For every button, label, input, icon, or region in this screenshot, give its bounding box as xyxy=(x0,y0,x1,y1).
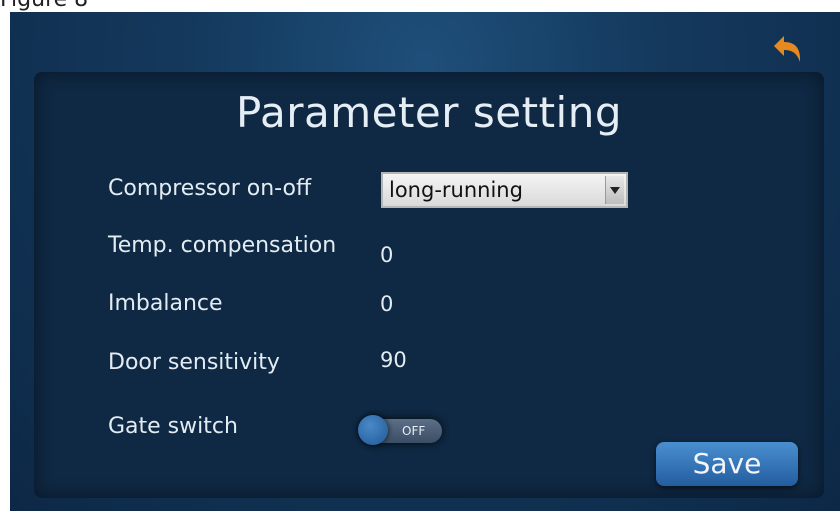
gate-switch-label: Gate switch xyxy=(108,414,238,439)
gate-switch-toggle[interactable]: OFF xyxy=(358,413,444,447)
temp-compensation-label: Temp. compensation xyxy=(108,233,337,258)
back-arrow-icon xyxy=(774,36,801,62)
figure-caption: Figure 8 xyxy=(0,0,88,12)
settings-panel: Parameter setting Compressor on-off long… xyxy=(34,72,824,498)
imbalance-label: Imbalance xyxy=(108,291,223,316)
save-button[interactable]: Save xyxy=(656,442,798,486)
compressor-dropdown[interactable]: long-running xyxy=(381,172,628,208)
imbalance-value[interactable]: 0 xyxy=(380,292,393,316)
toggle-state-text: OFF xyxy=(402,424,426,438)
back-button[interactable] xyxy=(770,34,806,66)
compressor-label: Compressor on-off xyxy=(108,176,312,201)
parameter-setting-screen: Parameter setting Compressor on-off long… xyxy=(10,12,840,511)
chevron-down-icon[interactable] xyxy=(605,176,624,204)
page-title: Parameter setting xyxy=(236,88,622,137)
compressor-selected-value: long-running xyxy=(389,178,523,202)
temp-compensation-value[interactable]: 0 xyxy=(380,243,393,267)
toggle-knob xyxy=(358,415,388,445)
door-sensitivity-label: Door sensitivity xyxy=(108,350,280,375)
door-sensitivity-value[interactable]: 90 xyxy=(380,348,407,372)
